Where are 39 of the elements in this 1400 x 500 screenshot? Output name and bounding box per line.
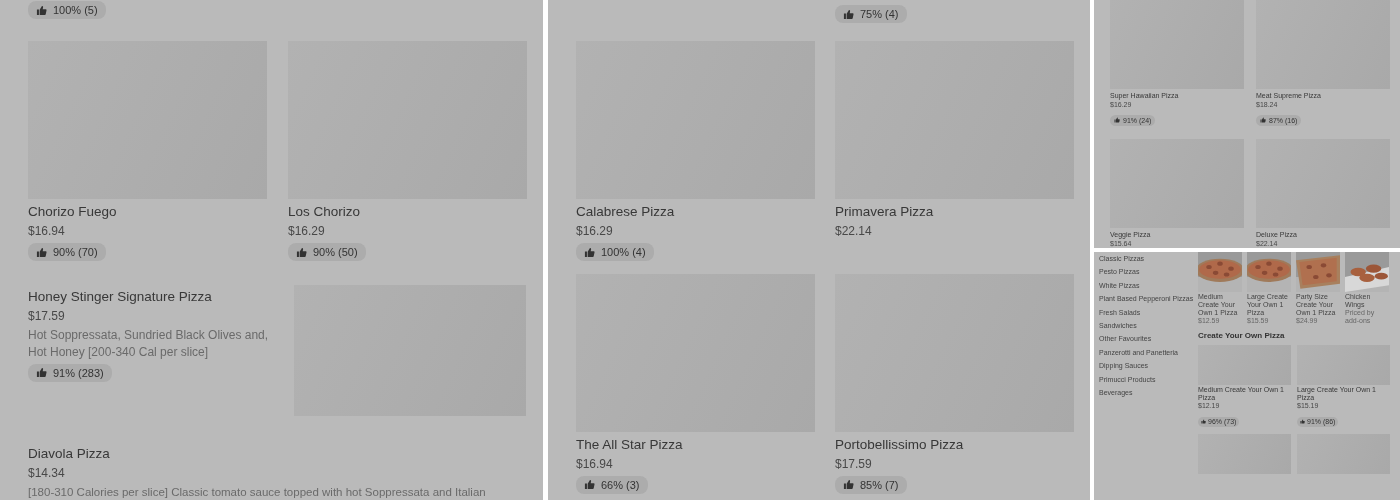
item-title: Chorizo Fuego: [28, 203, 118, 221]
thumbs-up-icon: [843, 479, 854, 490]
section-heading: Create Your Own Pizza: [1198, 331, 1286, 341]
item-title: Honey Stinger Signature Pizza: [28, 287, 213, 306]
thumbs-up-icon: [36, 367, 47, 378]
item-title: Primavera Pizza: [835, 203, 935, 221]
rating-text: 85% (7): [860, 478, 899, 491]
rating-text: 66% (3): [601, 478, 640, 491]
rating-text: 100% (4): [601, 246, 646, 258]
rating-text: 91% (283): [53, 366, 104, 379]
thumbs-up-icon: [296, 246, 307, 258]
thumbs-up-icon: [1114, 117, 1120, 123]
item-price: $14.34: [28, 464, 66, 482]
thumbs-up-icon: [584, 479, 595, 490]
rating-text: 90% (70): [53, 246, 98, 258]
item-title: Diavola Pizza: [28, 444, 111, 463]
item-price: $16.29: [288, 223, 326, 240]
thumbs-up-icon: [1300, 419, 1305, 424]
item-price: $17.59: [28, 307, 66, 325]
item-title: The All Star Pizza: [576, 435, 684, 454]
item-price: $22.14: [835, 223, 873, 240]
item-price: $16.94: [576, 455, 614, 473]
thumbs-up-icon: [1201, 419, 1206, 424]
item-description: Hot Soppressata, Sundried Black Olives and, Hot Honey [200-340 Cal per slice]: [28, 326, 270, 361]
item-title: Portobellissimo Pizza: [835, 435, 965, 454]
item-title: Calabrese Pizza: [576, 203, 676, 221]
rating-text: 90% (50): [313, 246, 358, 258]
thumbs-up-icon: [36, 246, 47, 258]
thumbs-up-icon: [36, 4, 47, 16]
item-price: $16.29: [576, 223, 614, 240]
item-title: Los Chorizo: [288, 203, 362, 221]
thumbs-up-icon: [1260, 117, 1266, 123]
item-price: $17.59: [835, 455, 873, 473]
item-description: [180-310 Calories per slice] Classic tomato sauce topped with hot Soppressata and Italian: [28, 484, 487, 500]
thumbs-up-icon: [584, 246, 595, 258]
rating-text: 75% (4): [860, 8, 899, 20]
item-price: $16.94: [28, 223, 66, 240]
thumbs-up-icon: [843, 8, 854, 20]
rating-text: 100% (5): [53, 4, 98, 16]
